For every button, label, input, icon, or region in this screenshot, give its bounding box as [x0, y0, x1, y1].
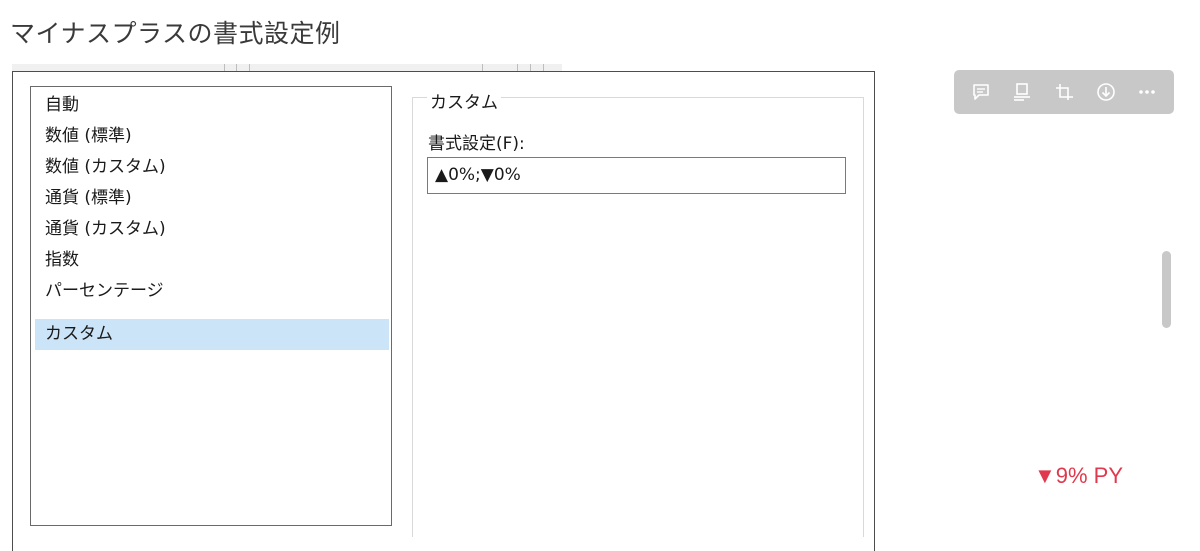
align-bottom-icon[interactable] [1007, 77, 1037, 107]
list-item-currency-standard[interactable]: 通貨 (標準) [35, 183, 389, 214]
format-category-list[interactable]: 自動 数値 (標準) 数値 (カスタム) 通貨 (標準) 通貨 (カスタム) 指… [30, 86, 392, 526]
format-field-label: 書式設定(F): [428, 134, 525, 154]
page-title: マイナスプラスの書式設定例 [10, 19, 341, 48]
more-icon[interactable] [1132, 77, 1162, 107]
list-item-custom[interactable]: カスタム [35, 319, 389, 350]
format-string-input[interactable]: ▲0%;▼0% [427, 157, 846, 194]
custom-group-legend: カスタム [427, 88, 501, 113]
list-item-number-custom[interactable]: 数値 (カスタム) [35, 152, 389, 183]
py-change-indicator: ▼9% PY [1034, 463, 1124, 488]
list-item-exponent[interactable]: 指数 [35, 245, 389, 276]
right-scrollbar-thumb[interactable] [1162, 251, 1171, 328]
list-item-currency-custom[interactable]: 通貨 (カスタム) [35, 214, 389, 245]
comment-icon[interactable] [966, 77, 996, 107]
list-item-number-standard[interactable]: 数値 (標準) [35, 121, 389, 152]
download-icon[interactable] [1091, 77, 1121, 107]
crop-icon[interactable] [1049, 77, 1079, 107]
format-dialog: 自動 数値 (標準) 数値 (カスタム) 通貨 (標準) 通貨 (カスタム) 指… [12, 71, 875, 551]
list-item-auto[interactable]: 自動 [35, 90, 389, 121]
list-item-percentage[interactable]: パーセンテージ [35, 276, 389, 307]
floating-toolbar [954, 70, 1174, 114]
